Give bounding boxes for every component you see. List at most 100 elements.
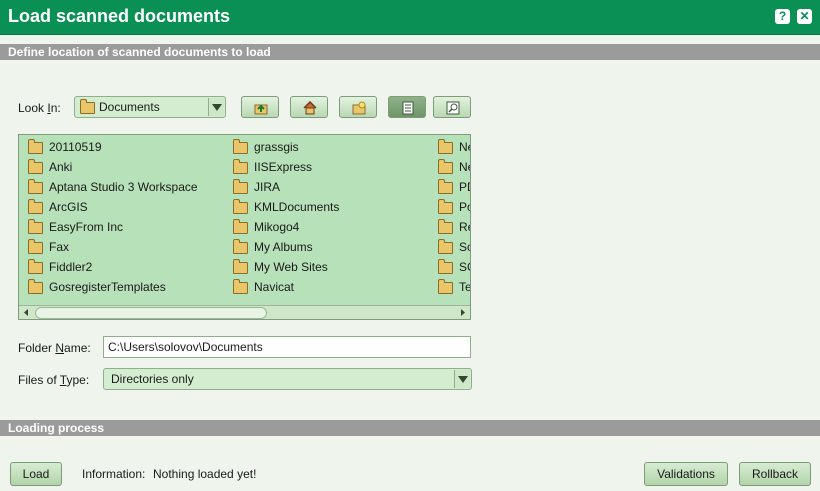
folder-item-label: grassgis — [254, 140, 299, 154]
details-view-button[interactable] — [433, 96, 471, 118]
folder-item-label: EasyFrom Inc — [49, 220, 124, 234]
folder-list-item[interactable]: grassgis — [231, 137, 339, 157]
folder-item-label: Fax — [49, 240, 70, 254]
chevron-left-icon — [24, 309, 28, 316]
folder-list-item[interactable]: My Web Sites — [231, 257, 339, 277]
information-label: Information: — [82, 467, 146, 481]
define-location-header-text: Define location of scanned documents to … — [8, 45, 271, 59]
folder-icon — [233, 278, 248, 294]
folder-item-label: My Web Sites — [254, 260, 328, 274]
files-of-type-value: Directories only — [111, 372, 194, 386]
folder-list-item[interactable]: ArcGIS — [26, 197, 198, 217]
folder-item-label: JIRA — [254, 180, 281, 194]
folder-item-label: Re — [459, 220, 470, 234]
folder-icon — [28, 218, 43, 234]
folder-name-input[interactable]: C:\Users\solovov\Documents — [103, 336, 471, 358]
folder-item-label: Aptana Studio 3 Workspace — [49, 180, 198, 194]
folder-list-item[interactable]: Te — [436, 277, 471, 297]
folder-item-label: Sc — [459, 240, 470, 254]
folder-list-item[interactable]: KMLDocuments — [231, 197, 339, 217]
folder-list-item[interactable]: Aptana Studio 3 Workspace — [26, 177, 198, 197]
help-button[interactable]: ? — [775, 9, 790, 24]
folder-icon — [28, 178, 43, 194]
folder-list-item[interactable]: My Albums — [231, 237, 339, 257]
folder-name-label: Folder Name: — [18, 341, 91, 355]
scrollbar-thumb[interactable] — [35, 307, 267, 319]
folder-list-item[interactable]: GosregisterTemplates — [26, 277, 198, 297]
new-folder-button[interactable] — [339, 96, 377, 118]
look-in-value: Documents — [99, 100, 160, 114]
folder-list-item[interactable]: SC — [436, 257, 470, 277]
folder-item-label: 20110519 — [49, 140, 102, 154]
folder-item-label: SC — [459, 260, 470, 274]
folder-list-item[interactable]: Navicat — [231, 277, 339, 297]
folder-icon — [438, 238, 453, 254]
folder-item-label: Navicat — [254, 280, 295, 294]
folder-icon — [233, 218, 248, 234]
loading-process-header-text: Loading process — [8, 421, 105, 435]
scroll-right-button[interactable] — [456, 306, 470, 319]
information-value: Nothing loaded yet! — [153, 467, 257, 481]
file-list[interactable]: 20110519 Anki Aptana Studio 3 Workspace Arc… — [18, 134, 471, 320]
folder-icon — [28, 238, 43, 254]
folder-list-item[interactable]: Fiddler2 — [26, 257, 198, 277]
folder-list-item[interactable]: Ne — [436, 137, 470, 157]
load-button[interactable]: Load — [10, 462, 62, 486]
horizontal-scrollbar[interactable] — [19, 305, 470, 319]
folder-icon — [80, 99, 95, 114]
close-icon: ✕ — [799, 9, 810, 23]
folder-list-item[interactable]: Re — [436, 217, 470, 237]
folder-item-label: IISExpress — [254, 160, 313, 174]
folder-list-item[interactable]: PD — [436, 177, 470, 197]
folder-icon — [233, 138, 248, 154]
up-one-level-button[interactable] — [241, 96, 279, 118]
folder-icon — [233, 258, 248, 274]
folder-item-label: My Albums — [254, 240, 313, 254]
folder-item-label: Anki — [49, 160, 73, 174]
list-view-button[interactable] — [388, 96, 426, 118]
folder-list-item[interactable]: Fax — [26, 237, 198, 257]
file-list-column-2: grassgis IISExpress JIRA KMLDocuments Mikogo… — [231, 137, 339, 297]
validations-button[interactable]: Validations — [644, 462, 728, 486]
file-list-column-3: Ne Ne PD Po Re Sc SC Te — [436, 137, 471, 297]
folder-item-label: Ne — [459, 160, 470, 174]
files-of-type-dropdown[interactable]: Directories only — [103, 368, 472, 390]
folder-icon — [28, 158, 43, 174]
file-list-column-1: 20110519 Anki Aptana Studio 3 Workspace Arc… — [26, 137, 198, 297]
folder-item-label: KMLDocuments — [254, 200, 340, 214]
home-button[interactable] — [290, 96, 328, 118]
title-bar: Load scanned documents ? ✕ — [0, 0, 820, 35]
folder-list-item[interactable]: 20110519 — [26, 137, 198, 157]
look-in-dropdown[interactable]: Documents — [74, 96, 226, 118]
folder-list-item[interactable]: Sc — [436, 237, 470, 257]
folder-icon — [438, 218, 453, 234]
folder-item-label: ArcGIS — [49, 200, 88, 214]
chevron-down-icon[interactable] — [208, 98, 224, 116]
details-view-icon — [446, 101, 460, 115]
folder-list-item[interactable]: Mikogo4 — [231, 217, 339, 237]
chevron-right-icon — [461, 309, 465, 316]
rollback-button[interactable]: Rollback — [739, 462, 811, 486]
new-folder-icon — [352, 101, 366, 115]
folder-icon — [28, 138, 43, 154]
folder-icon — [233, 238, 248, 254]
home-icon — [303, 101, 317, 115]
folder-item-label: Te — [459, 280, 471, 294]
folder-list-item[interactable]: Po — [436, 197, 470, 217]
folder-list-item[interactable]: IISExpress — [231, 157, 339, 177]
define-location-header: Define location of scanned documents to … — [0, 44, 820, 60]
folder-icon — [233, 158, 248, 174]
folder-list-item[interactable]: Anki — [26, 157, 198, 177]
look-in-label: Look In: — [18, 101, 61, 115]
folder-item-label: PD — [459, 180, 470, 194]
folder-list-item[interactable]: Ne — [436, 157, 470, 177]
folder-list-item[interactable]: EasyFrom Inc — [26, 217, 198, 237]
close-button[interactable]: ✕ — [797, 9, 812, 24]
folder-icon — [28, 198, 43, 214]
chevron-down-icon[interactable] — [454, 370, 470, 388]
folder-item-label: GosregisterTemplates — [49, 280, 166, 294]
folder-list-item[interactable]: JIRA — [231, 177, 339, 197]
folder-icon — [233, 198, 248, 214]
scroll-left-button[interactable] — [19, 306, 33, 319]
files-of-type-label: Files of Type: — [18, 373, 90, 387]
